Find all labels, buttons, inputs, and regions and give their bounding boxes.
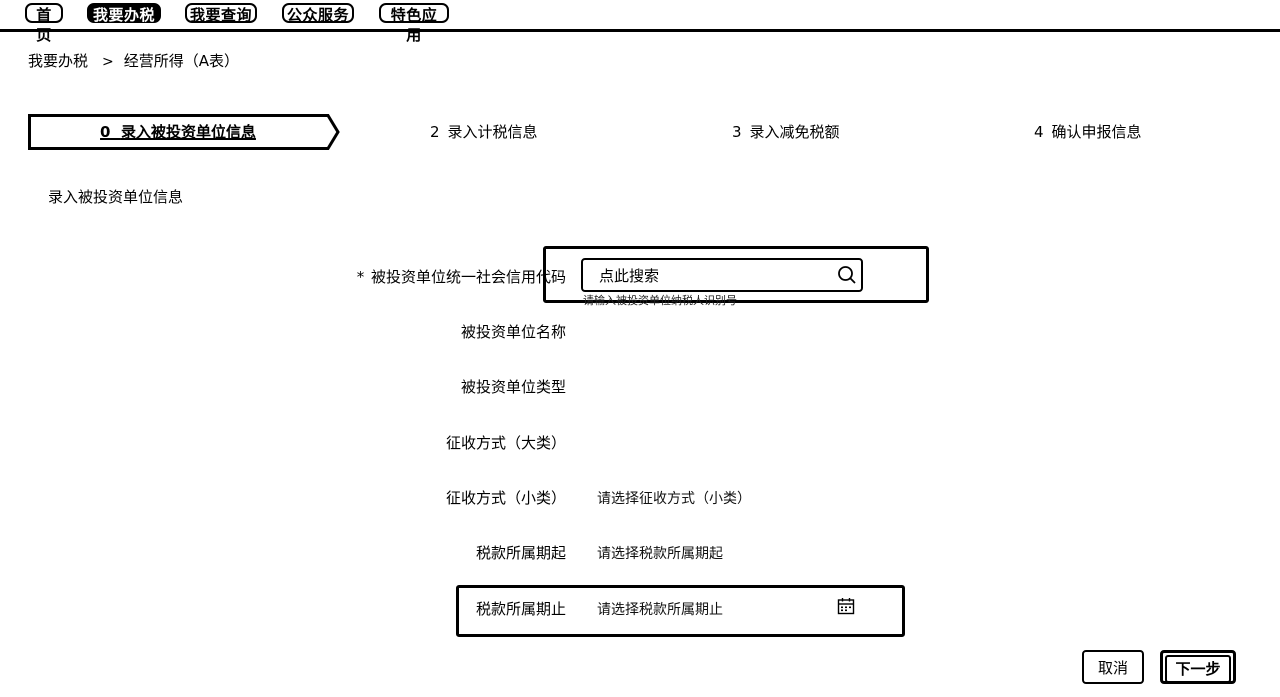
search-icon[interactable] <box>837 265 857 285</box>
breadcrumb-current: 经营所得（A表） <box>123 52 240 70</box>
step-2: 2 录入计税信息 <box>430 114 538 150</box>
step-1-label: 录入被投资单位信息 <box>120 123 256 141</box>
step-1-number: 0 <box>100 123 111 141</box>
step-4-number: 4 <box>1034 123 1044 141</box>
step-3-label: 录入减免税额 <box>749 123 840 141</box>
breadcrumb: 我要办税 > 经营所得（A表） <box>28 50 239 71</box>
period-start-label: 税款所属期起 <box>475 544 566 562</box>
nav-item-tax-handling[interactable]: 我要办税 <box>87 3 161 24</box>
collection-minor-label: 征收方式（小类） <box>445 489 566 507</box>
step-3-number: 3 <box>732 123 742 141</box>
section-title: 录入被投资单位信息 <box>48 188 184 206</box>
credit-code-search-field[interactable] <box>581 258 863 292</box>
period-end-label: 税款所属期止 <box>475 600 566 618</box>
period-start-picker[interactable]: 请选择税款所属期起 <box>597 543 723 563</box>
top-nav: 首页 我要办税 我要查询 公众服务 特色应用 <box>0 0 1280 44</box>
period-end-picker[interactable]: 请选择税款所属期止 <box>597 599 723 619</box>
nav-item-public-service[interactable]: 公众服务 <box>282 3 354 24</box>
collection-major-label: 征收方式（大类） <box>445 434 566 452</box>
calendar-icon[interactable] <box>837 597 855 615</box>
nav-item-featured-apps[interactable]: 特色应用 <box>379 3 449 44</box>
credit-code-search-input[interactable] <box>597 264 831 288</box>
credit-code-label: * 被投资单位统一社会信用代码 <box>356 268 566 286</box>
collection-minor-select[interactable]: 请选择征收方式（小类） <box>597 488 751 508</box>
step-2-label: 录入计税信息 <box>447 123 538 141</box>
breadcrumb-separator: > <box>102 54 114 70</box>
required-mark: * <box>356 268 365 286</box>
next-step-label: 下一步 <box>1165 655 1231 683</box>
step-1-active: 0 录入被投资单位信息 <box>28 114 340 150</box>
nav-item-query[interactable]: 我要查询 <box>185 3 257 24</box>
unit-name-label: 被投资单位名称 <box>460 323 566 341</box>
step-4: 4 确认申报信息 <box>1034 114 1142 150</box>
cancel-button[interactable]: 取消 <box>1082 650 1144 684</box>
step-3: 3 录入减免税额 <box>732 114 840 150</box>
step-4-label: 确认申报信息 <box>1051 123 1142 141</box>
breadcrumb-root[interactable]: 我要办税 <box>28 52 88 70</box>
credit-code-hint: 请输入被投资单位纳税人识别号 <box>583 294 737 307</box>
nav-divider <box>0 29 1280 32</box>
next-step-button[interactable]: 下一步 <box>1160 650 1236 684</box>
unit-type-label: 被投资单位类型 <box>460 378 566 396</box>
step-2-number: 2 <box>430 123 440 141</box>
nav-item-home[interactable]: 首页 <box>25 3 63 44</box>
